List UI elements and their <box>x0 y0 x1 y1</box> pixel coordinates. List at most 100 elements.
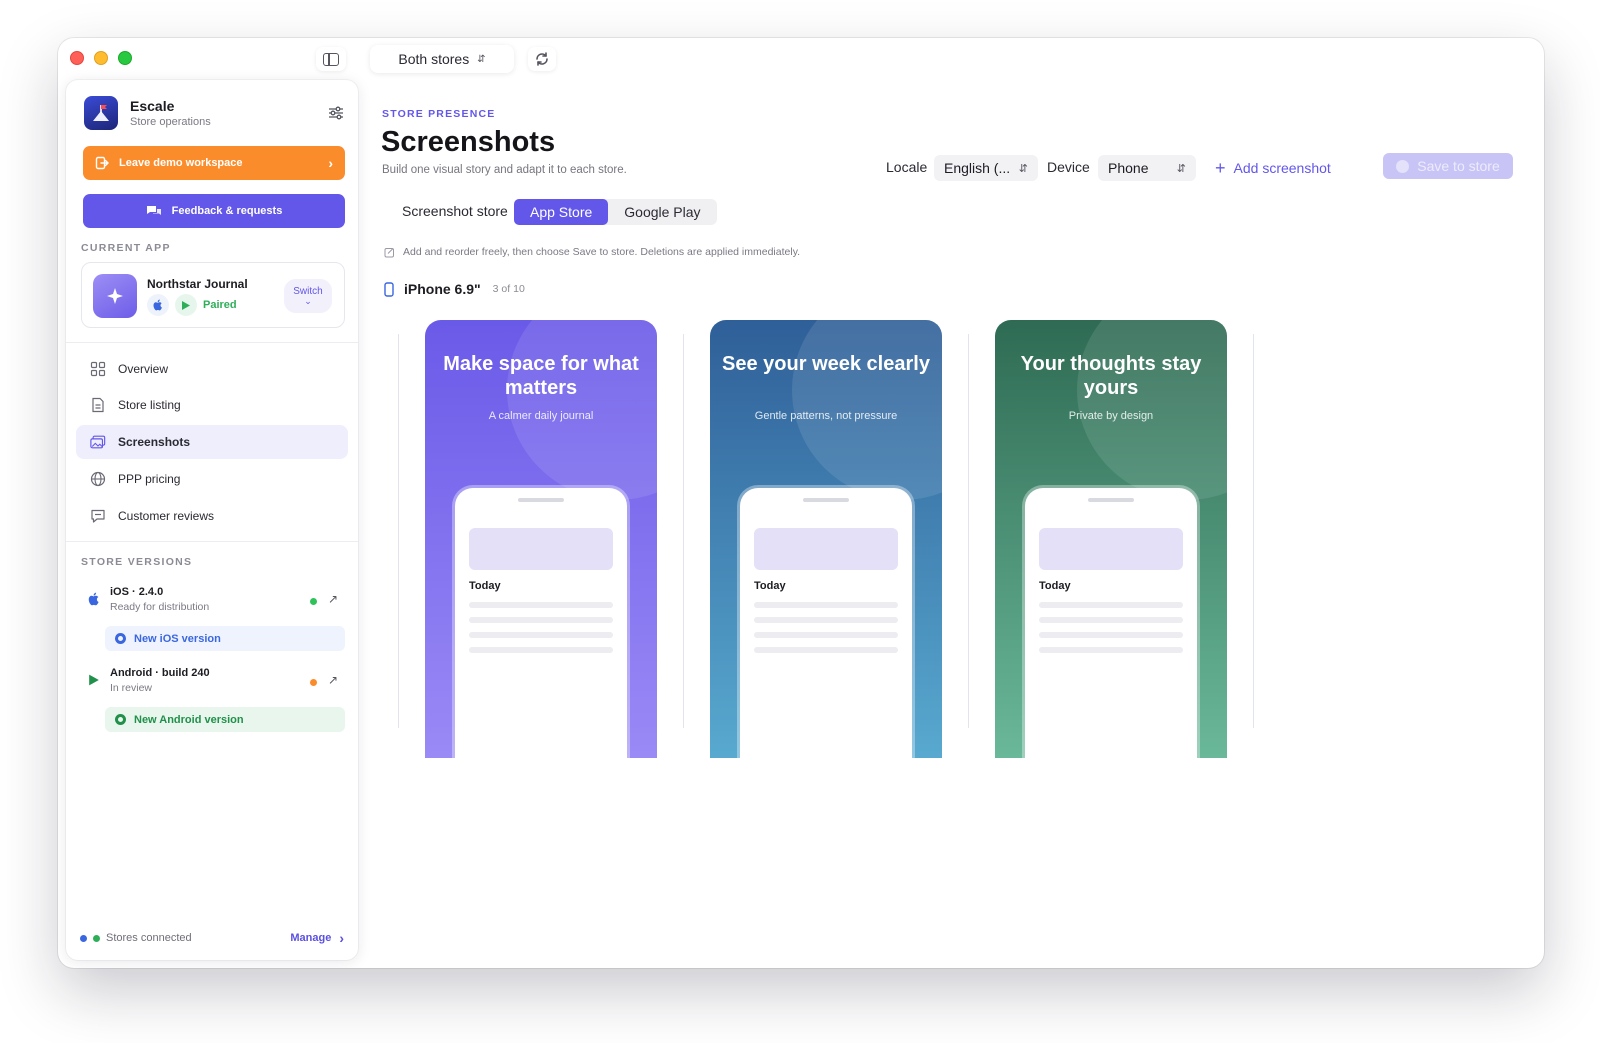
phone-icon <box>384 281 394 297</box>
mockup-line <box>754 647 898 653</box>
app-name: Northstar Journal <box>147 277 248 291</box>
google-play-icon <box>89 674 99 686</box>
nav-ppp-pricing-label: PPP pricing <box>118 472 181 486</box>
nav-overview[interactable]: Overview <box>76 352 348 386</box>
screenshot-card[interactable]: Your thoughts stay yours Private by desi… <box>995 320 1227 758</box>
sparkle-icon <box>107 288 123 304</box>
mockup-line <box>469 602 613 608</box>
screenshot-tagline: A calmer daily journal <box>488 410 594 422</box>
app-icon <box>93 274 137 318</box>
stores-connected-label: Stores connected <box>106 932 192 944</box>
open-android-version-button[interactable]: ↗ <box>328 673 338 687</box>
mockup-line <box>754 602 898 608</box>
device-select[interactable]: Phone ⇵ <box>1098 155 1196 181</box>
sliders-icon <box>329 106 343 120</box>
current-app-card[interactable]: Northstar Journal Paired Switch ⌄ <box>81 262 345 328</box>
new-ios-version-button[interactable]: New iOS version <box>105 626 345 651</box>
mockup-card <box>469 528 613 570</box>
open-ios-version-button[interactable]: ↗ <box>328 592 338 606</box>
new-android-version-label: New Android version <box>134 713 244 726</box>
page-subtitle: Build one visual story and adapt it to e… <box>382 164 627 176</box>
screenshot-card[interactable]: Make space for what matters A calmer dai… <box>425 320 657 758</box>
sidebar-divider <box>66 541 358 542</box>
chevron-down-icon: ⌄ <box>304 296 312 306</box>
apple-icon <box>88 592 99 606</box>
phone-mockup: Today <box>455 488 627 758</box>
zoom-window-button[interactable] <box>118 51 132 65</box>
hint-row: Add and reorder freely, then choose Save… <box>384 246 800 258</box>
nav-screenshots[interactable]: Screenshots <box>76 425 348 459</box>
new-ios-version-label: New iOS version <box>134 632 221 645</box>
nav-ppp-pricing[interactable]: PPP pricing <box>76 462 348 496</box>
leave-demo-button[interactable]: Leave demo workspace › <box>83 146 345 180</box>
nav-screenshots-label: Screenshots <box>118 435 191 449</box>
brand-subtitle: Store operations <box>130 116 211 128</box>
add-screenshot-button[interactable]: + Add screenshot <box>1215 155 1331 181</box>
android-version-title: Android · build 240 <box>110 667 210 679</box>
store-segmented-control: App Store Google Play <box>514 199 717 225</box>
locale-select[interactable]: English (... ⇵ <box>934 155 1038 181</box>
sidebar-footer: Stores connected Manage › <box>66 916 358 960</box>
tab-app-store[interactable]: App Store <box>514 199 609 225</box>
android-version-status: In review <box>110 682 153 694</box>
paired-status: Paired <box>203 299 237 311</box>
mockup-card <box>1039 528 1183 570</box>
sidebar-icon <box>323 52 339 66</box>
apple-icon <box>147 294 169 316</box>
android-connected-dot <box>93 934 100 942</box>
page-title: Screenshots <box>381 126 556 158</box>
refresh-button[interactable] <box>528 47 556 71</box>
manage-label: Manage <box>290 932 332 944</box>
toggle-sidebar-button[interactable] <box>316 47 346 71</box>
upload-icon <box>1396 159 1410 173</box>
device-group-count: 3 of 10 <box>492 283 525 295</box>
new-android-version-button[interactable]: New Android version <box>105 707 345 732</box>
phone-mockup: Today <box>740 488 912 758</box>
store-filter-select[interactable]: Both stores ⇵ <box>370 45 514 73</box>
screenshot-headline: Your thoughts stay yours <box>1020 353 1202 399</box>
close-window-button[interactable] <box>70 51 84 65</box>
flag-icon <box>93 105 109 121</box>
leave-demo-label: Leave demo workspace <box>119 157 243 169</box>
phone-notch <box>803 498 849 502</box>
tab-google-play[interactable]: Google Play <box>608 199 716 225</box>
chat-icon <box>90 508 106 524</box>
chevron-updown-icon: ⇵ <box>1176 162 1186 175</box>
sidebar-divider <box>66 342 358 343</box>
android-version-row: Android · build 240 In review <box>88 667 210 694</box>
chevron-right-icon: › <box>328 155 333 171</box>
app-store-badges: Paired <box>147 294 237 316</box>
exit-icon <box>95 156 109 170</box>
chat-bubbles-icon <box>146 206 161 215</box>
save-to-store-button[interactable]: Save to store <box>1383 153 1513 179</box>
images-icon <box>90 434 106 450</box>
mockup-line <box>1039 647 1183 653</box>
ios-version-row: iOS · 2.4.0 Ready for distribution <box>88 586 209 613</box>
locale-label: Locale <box>886 159 928 175</box>
plus-icon: + <box>1215 158 1226 178</box>
globe-icon <box>90 471 106 487</box>
minimize-window-button[interactable] <box>94 51 108 65</box>
sidebar-settings-button[interactable] <box>328 106 344 125</box>
screenshot-card[interactable]: See your week clearly Gentle patterns, n… <box>710 320 942 758</box>
document-icon <box>90 397 106 413</box>
device-group-header: iPhone 6.9" 3 of 10 <box>384 281 525 297</box>
circle-icon <box>115 714 126 725</box>
screenshot-tagline: Private by design <box>1068 410 1154 422</box>
brand: Escale Store operations <box>84 96 211 130</box>
screenshot-store-label: Screenshot store <box>402 203 508 219</box>
mockup-section-label: Today <box>1039 580 1071 592</box>
grid-icon <box>90 361 106 377</box>
phone-mockup: Today <box>1025 488 1197 758</box>
feedback-button[interactable]: Feedback & requests <box>83 194 345 228</box>
switch-app-button[interactable]: Switch ⌄ <box>284 279 332 313</box>
device-label: Device <box>1047 159 1090 175</box>
drop-indicator <box>398 334 399 728</box>
nav-customer-reviews-label: Customer reviews <box>118 509 215 523</box>
drop-indicator <box>1253 334 1254 728</box>
manage-stores-button[interactable]: Manage › <box>290 930 344 946</box>
nav-customer-reviews[interactable]: Customer reviews <box>76 499 348 533</box>
phone-notch <box>518 498 564 502</box>
store-versions-heading: STORE VERSIONS <box>81 556 193 568</box>
nav-store-listing[interactable]: Store listing <box>76 388 348 422</box>
